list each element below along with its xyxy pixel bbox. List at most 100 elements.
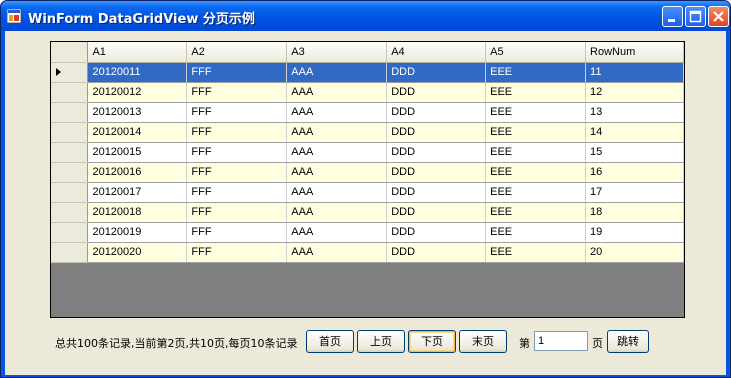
grid-cell[interactable]: 20120019 — [87, 222, 188, 243]
grid-cell[interactable]: EEE — [485, 62, 587, 83]
grid-cell[interactable]: AAA — [286, 202, 388, 223]
grid-cell[interactable]: 20120011 — [87, 62, 188, 83]
table-row[interactable]: 20120015 FFF AAA DDD EEE 15 — [51, 142, 684, 163]
grid-cell[interactable]: 20120016 — [87, 162, 188, 183]
grid-cell[interactable]: AAA — [286, 162, 388, 183]
grid-cell[interactable]: EEE — [485, 182, 587, 203]
grid-cell[interactable]: FFF — [186, 162, 288, 183]
grid-cell[interactable]: 11 — [585, 62, 684, 83]
grid-cell[interactable]: AAA — [286, 122, 388, 143]
grid-cell[interactable]: EEE — [485, 82, 587, 103]
grid-cell[interactable]: 18 — [585, 202, 684, 223]
row-header[interactable] — [51, 222, 89, 243]
grid-cell[interactable]: EEE — [485, 102, 587, 123]
grid-cell[interactable]: DDD — [386, 182, 487, 203]
grid-cell[interactable]: FFF — [186, 102, 288, 123]
grid-cell[interactable]: DDD — [386, 202, 487, 223]
row-header[interactable] — [51, 122, 89, 143]
grid-cell[interactable]: 20120020 — [87, 242, 188, 263]
grid-cell[interactable]: 14 — [585, 122, 684, 143]
grid-cell[interactable]: 16 — [585, 162, 684, 183]
grid-cell[interactable]: 20 — [585, 242, 684, 263]
grid-cell[interactable]: DDD — [386, 162, 487, 183]
minimize-button[interactable] — [662, 6, 683, 27]
grid-cell[interactable]: 20120013 — [87, 102, 188, 123]
grid-cell[interactable]: 20120015 — [87, 142, 188, 163]
table-row[interactable]: 20120017 FFF AAA DDD EEE 17 — [51, 182, 684, 203]
grid-cell[interactable]: EEE — [485, 162, 587, 183]
grid-cell[interactable]: DDD — [386, 82, 487, 103]
grid-cell[interactable]: DDD — [386, 142, 487, 163]
grid-cell[interactable]: AAA — [286, 242, 388, 263]
grid-cell[interactable]: FFF — [186, 122, 288, 143]
grid-cell[interactable]: 20120012 — [87, 82, 188, 103]
pager-status-text: 总共100条记录,当前第2页,共10页,每页10条记录 — [55, 337, 298, 350]
grid-cell[interactable]: FFF — [186, 82, 288, 103]
table-row[interactable]: 20120019 FFF AAA DDD EEE 19 — [51, 222, 684, 243]
table-row[interactable]: 20120014 FFF AAA DDD EEE 14 — [51, 122, 684, 143]
table-row[interactable]: 20120020 FFF AAA DDD EEE 20 — [51, 242, 684, 263]
grid-cell[interactable]: 20120014 — [87, 122, 188, 143]
grid-cell[interactable]: AAA — [286, 222, 388, 243]
grid-cell[interactable]: EEE — [485, 122, 587, 143]
row-header[interactable] — [51, 62, 89, 83]
row-header[interactable] — [51, 162, 89, 183]
table-row[interactable]: 20120011 FFF AAA DDD EEE 11 — [51, 62, 684, 83]
grid-cell[interactable]: FFF — [186, 62, 288, 83]
grid-cell[interactable]: AAA — [286, 62, 388, 83]
row-header[interactable] — [51, 82, 89, 103]
grid-cell[interactable]: 20120018 — [87, 202, 188, 223]
close-button[interactable] — [708, 6, 729, 27]
page-prefix-label: 第 — [519, 337, 530, 350]
row-header[interactable] — [51, 242, 89, 263]
column-header[interactable]: A4 — [386, 42, 487, 63]
grid-cell[interactable]: AAA — [286, 142, 388, 163]
grid-cell[interactable]: 12 — [585, 82, 684, 103]
grid-cell[interactable]: DDD — [386, 122, 487, 143]
grid-cell[interactable]: FFF — [186, 242, 288, 263]
prev-page-button[interactable]: 上页 — [357, 330, 405, 353]
grid-cell[interactable]: 15 — [585, 142, 684, 163]
grid-cell[interactable]: AAA — [286, 182, 388, 203]
table-row[interactable]: 20120018 FFF AAA DDD EEE 18 — [51, 202, 684, 223]
go-to-page-button[interactable]: 跳转 — [607, 330, 649, 353]
first-page-button[interactable]: 首页 — [306, 330, 354, 353]
grid-cell[interactable]: FFF — [186, 142, 288, 163]
next-page-button[interactable]: 下页 — [408, 330, 456, 353]
grid-cell[interactable]: FFF — [186, 182, 288, 203]
grid-cell[interactable]: 17 — [585, 182, 684, 203]
row-header[interactable] — [51, 102, 89, 123]
column-header[interactable]: A5 — [485, 42, 587, 63]
page-number-input[interactable] — [534, 331, 588, 351]
grid-cell[interactable]: DDD — [386, 242, 487, 263]
grid-cell[interactable]: EEE — [485, 202, 587, 223]
table-row[interactable]: 20120016 FFF AAA DDD EEE 16 — [51, 162, 684, 183]
grid-cell[interactable]: 13 — [585, 102, 684, 123]
column-header[interactable]: A2 — [186, 42, 288, 63]
column-header[interactable]: RowNum — [585, 42, 684, 63]
grid-cell[interactable]: FFF — [186, 202, 288, 223]
grid-corner-header[interactable] — [51, 42, 89, 63]
last-page-button[interactable]: 末页 — [459, 330, 507, 353]
maximize-button[interactable] — [685, 6, 706, 27]
grid-cell[interactable]: 20120017 — [87, 182, 188, 203]
grid-cell[interactable]: DDD — [386, 102, 487, 123]
row-header[interactable] — [51, 142, 89, 163]
data-grid-view[interactable]: A1 A2 A3 A4 A5 RowNum 20120011 FFF AAA DDD E… — [50, 41, 685, 318]
grid-cell[interactable]: FFF — [186, 222, 288, 243]
grid-cell[interactable]: AAA — [286, 82, 388, 103]
grid-cell[interactable]: EEE — [485, 242, 587, 263]
table-row[interactable]: 20120013 FFF AAA DDD EEE 13 — [51, 102, 684, 123]
row-header[interactable] — [51, 202, 89, 223]
grid-cell[interactable]: DDD — [386, 62, 487, 83]
grid-cell[interactable]: EEE — [485, 222, 587, 243]
column-header[interactable]: A3 — [286, 42, 388, 63]
row-header[interactable] — [51, 182, 89, 203]
title-bar[interactable]: WinForm DataGridView 分页示例 — [1, 1, 730, 31]
column-header[interactable]: A1 — [87, 42, 188, 63]
grid-cell[interactable]: EEE — [485, 142, 587, 163]
grid-cell[interactable]: AAA — [286, 102, 388, 123]
grid-cell[interactable]: 19 — [585, 222, 684, 243]
grid-cell[interactable]: DDD — [386, 222, 487, 243]
table-row[interactable]: 20120012 FFF AAA DDD EEE 12 — [51, 82, 684, 103]
